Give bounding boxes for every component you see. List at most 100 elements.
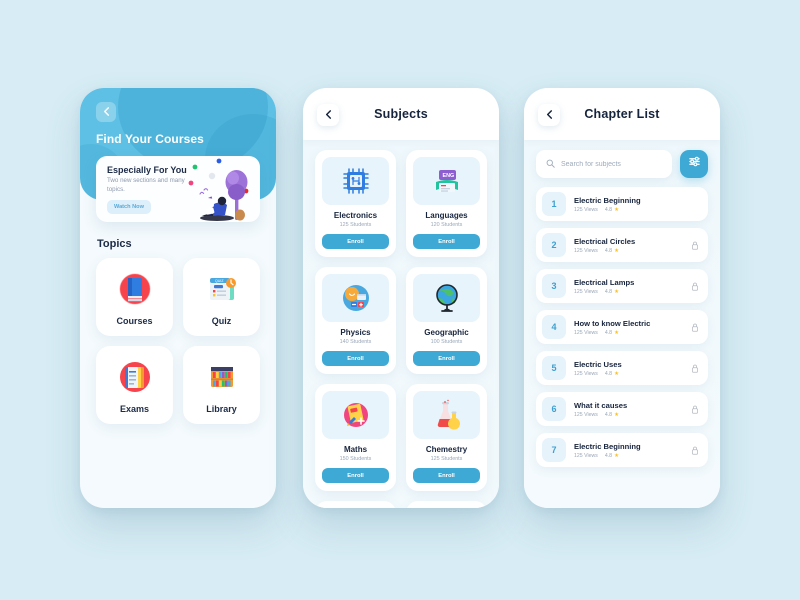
chapter-info: Electric Beginning 125 Views 4.8 ★ <box>574 196 699 213</box>
enroll-button[interactable]: Enroll <box>322 468 389 483</box>
phone-screen-chapters: Chapter List Search for subjects 1 Elect… <box>524 88 720 508</box>
rating-value: 4.8 <box>604 411 613 418</box>
physics-icon <box>342 285 369 311</box>
chapter-number: 2 <box>542 233 566 257</box>
subject-card[interactable]: ENG Languages 120 Students Enroll <box>406 150 487 257</box>
chapter-info: Electric Beginning 125 Views 4.8 ★ <box>574 442 683 459</box>
chapter-number: 5 <box>542 356 566 380</box>
chapter-row[interactable]: 3 Electrical Lamps 125 Views 4.8 ★ <box>536 269 708 303</box>
svg-text:ENG: ENG <box>442 173 454 179</box>
back-button[interactable] <box>96 102 116 122</box>
subject-name: Languages <box>425 211 468 220</box>
chapter-rating: 4.8 ★ <box>605 289 619 295</box>
page-title: Chapter List <box>584 107 660 121</box>
subject-card[interactable] <box>406 501 487 508</box>
lock-icon <box>692 364 698 373</box>
subject-name: Chemestry <box>425 445 468 454</box>
subject-card[interactable]: Maths 150 Students Enroll <box>315 384 396 491</box>
back-button[interactable] <box>538 104 560 126</box>
lock-icon <box>692 405 698 414</box>
person-reading-under-tree-illustration <box>188 158 249 221</box>
chapter-rating: 4.8 ★ <box>605 248 619 254</box>
subject-card[interactable]: Electronics 125 Students Enroll <box>315 150 396 257</box>
subject-students: 120 Students <box>430 222 463 228</box>
chapter-views: 125 Views <box>574 206 598 213</box>
rating-value: 4.8 <box>604 329 613 336</box>
subject-thumbnail <box>322 157 389 205</box>
chapter-row[interactable]: 1 Electric Beginning 125 Views 4.8 ★ <box>536 187 708 221</box>
enroll-button[interactable]: Enroll <box>322 234 389 249</box>
enroll-button[interactable]: Enroll <box>413 234 480 249</box>
topic-label: Courses <box>116 315 153 326</box>
chapter-title: Electric Beginning <box>574 441 641 451</box>
microchip-icon <box>342 168 369 194</box>
subject-thumbnail <box>413 274 480 322</box>
enroll-button[interactable]: Enroll <box>413 351 480 366</box>
mockup-stage: Find Your Courses Especially For You Two… <box>0 0 800 600</box>
subject-name: Maths <box>343 445 368 454</box>
subject-thumbnail <box>322 274 389 322</box>
subject-card[interactable]: Physics 140 Students Enroll <box>315 267 396 374</box>
star-icon: ★ <box>614 329 620 336</box>
lock-icon <box>692 446 698 455</box>
rating-value: 4.8 <box>604 247 613 254</box>
chapter-row[interactable]: 6 What it causes 125 Views 4.8 ★ <box>536 392 708 426</box>
chapter-views: 125 Views <box>574 288 598 295</box>
chapters-header: Chapter List <box>524 88 720 140</box>
chapter-number: 7 <box>542 438 566 462</box>
chapter-meta: 125 Views 4.8 ★ <box>574 412 683 418</box>
chapter-info: Electric Uses 125 Views 4.8 ★ <box>574 360 683 377</box>
watch-now-button[interactable]: Watch Now <box>107 200 151 214</box>
topic-card-exams[interactable]: Exams <box>96 346 173 424</box>
search-field[interactable] <box>536 150 672 178</box>
chapter-views: 125 Views <box>574 329 598 336</box>
chapter-views: 125 Views <box>574 370 598 377</box>
chapter-info: Electrical Circles 125 Views 4.8 ★ <box>574 237 683 254</box>
exam-papers-icon <box>119 361 150 392</box>
lock-icon <box>692 241 698 250</box>
promo-card[interactable]: Especially For You Two new sections and … <box>96 156 260 222</box>
subjects-grid: Electronics 125 Students Enroll ENG Lang… <box>315 150 487 508</box>
chapter-title: Electrical Lamps <box>574 277 635 287</box>
star-icon: ★ <box>614 206 620 213</box>
chapter-meta: 125 Views 4.8 ★ <box>574 289 683 295</box>
svg-text:QUIZ: QUIZ <box>215 279 224 283</box>
topic-card-courses[interactable]: Courses <box>96 258 173 336</box>
chevron-left-icon <box>324 106 333 124</box>
lock-icon <box>692 282 698 291</box>
chapter-row[interactable]: 2 Electrical Circles 125 Views 4.8 ★ <box>536 228 708 262</box>
chapter-row[interactable]: 4 How to know Electric 125 Views 4.8 ★ <box>536 310 708 344</box>
star-icon: ★ <box>614 411 620 418</box>
topic-card-library[interactable]: Library <box>183 346 260 424</box>
enroll-button[interactable]: Enroll <box>322 351 389 366</box>
topic-label: Exams <box>119 403 150 414</box>
promo-subtitle: Two new sections and many topics. <box>107 177 185 193</box>
chapter-row[interactable]: 7 Electric Beginning 125 Views 4.8 ★ <box>536 433 708 467</box>
search-input[interactable] <box>561 160 662 168</box>
chapter-info: How to know Electric 125 Views 4.8 ★ <box>574 319 683 336</box>
chapter-title: Electric Beginning <box>574 195 641 205</box>
chapter-row[interactable]: 5 Electric Uses 125 Views 4.8 ★ <box>536 351 708 385</box>
back-button[interactable] <box>317 104 339 126</box>
page-title: Subjects <box>374 107 428 121</box>
subject-card[interactable] <box>315 501 396 508</box>
chapter-number: 6 <box>542 397 566 421</box>
chapter-rating: 4.8 ★ <box>605 207 619 213</box>
star-icon: ★ <box>614 288 620 295</box>
filter-button[interactable] <box>680 150 708 178</box>
subject-card[interactable]: Chemestry 125 Students Enroll <box>406 384 487 491</box>
chapter-rating: 4.8 ★ <box>605 412 619 418</box>
chapter-title: Electric Uses <box>574 359 622 369</box>
enroll-button[interactable]: Enroll <box>413 468 480 483</box>
subject-card[interactable]: Geographic 100 Students Enroll <box>406 267 487 374</box>
subject-students: 125 Students <box>430 456 463 462</box>
subject-students: 150 Students <box>339 456 372 462</box>
topic-card-quiz[interactable]: QUIZ Quiz <box>183 258 260 336</box>
chapter-title: Electrical Circles <box>574 236 636 246</box>
chapter-list: 1 Electric Beginning 125 Views 4.8 ★ 2 E… <box>536 187 708 467</box>
rating-value: 4.8 <box>604 370 613 377</box>
star-icon: ★ <box>614 452 620 459</box>
maths-icon <box>343 403 368 427</box>
rating-value: 4.8 <box>604 452 613 459</box>
phone-screen-home: Find Your Courses Especially For You Two… <box>80 88 276 508</box>
